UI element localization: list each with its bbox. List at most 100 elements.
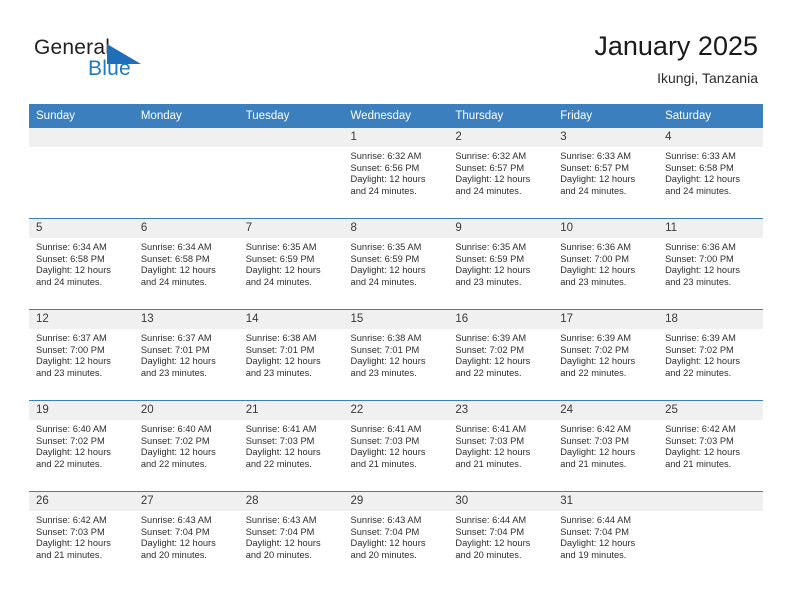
daylight-text-line1: Daylight: 12 hours [36, 265, 111, 276]
sunrise-text: Sunrise: 6:34 AM [140, 242, 212, 252]
daylight-text-line1: Daylight: 12 hours [245, 447, 321, 458]
calendar-day-cell[interactable]: 24 Sunrise: 6:42 AM Sunset: 7:03 PM Dayligh… [553, 400, 659, 492]
weekday-header-saturday: Saturday [658, 104, 763, 128]
calendar-week-row: 19 Sunrise: 6:40 AM Sunset: 7:02 PM Dayligh… [29, 400, 763, 492]
calendar-day-cell[interactable]: 15 Sunrise: 6:38 AM Sunset: 7:01 PM Dayligh… [343, 309, 449, 401]
calendar-day-cell[interactable]: 6 Sunrise: 6:34 AM Sunset: 6:58 PM Daylight… [133, 218, 239, 310]
sunrise-text: Sunrise: 6:43 AM [140, 515, 212, 525]
day-details: Sunrise: 6:36 AM Sunset: 7:00 PM Daylight:… [658, 238, 763, 288]
daylight-text-line1: Daylight: 12 hours [350, 174, 426, 185]
calendar-day-cell[interactable]: 23 Sunrise: 6:41 AM Sunset: 7:03 PM Dayligh… [448, 400, 554, 492]
daylight-text-line1: Daylight: 12 hours [350, 447, 426, 458]
calendar-day-cell[interactable]: 10 Sunrise: 6:36 AM Sunset: 7:00 PM Dayligh… [553, 218, 659, 310]
calendar-day-cell[interactable]: 16 Sunrise: 6:39 AM Sunset: 7:02 PM Dayligh… [448, 309, 554, 401]
daylight-text-line2: and 20 minutes. [455, 549, 522, 560]
sunset-text: Sunset: 6:57 PM [455, 162, 525, 173]
day-number: 22 [343, 401, 449, 420]
day-details: Sunrise: 6:42 AM Sunset: 7:03 PM Daylight:… [29, 511, 134, 561]
day-number: 13 [133, 310, 239, 329]
day-number: 20 [133, 401, 239, 420]
calendar-day-cell[interactable]: 29 Sunrise: 6:43 AM Sunset: 7:04 PM Dayligh… [343, 491, 449, 582]
calendar-day-cell[interactable]: 13 Sunrise: 6:37 AM Sunset: 7:01 PM Dayligh… [133, 309, 239, 401]
calendar-day-cell[interactable]: 30 Sunrise: 6:44 AM Sunset: 7:04 PM Dayligh… [448, 491, 554, 582]
calendar-grid: Sunday Monday Tuesday Wednesday Thursday… [29, 104, 763, 582]
calendar-day-cell[interactable]: 14 Sunrise: 6:38 AM Sunset: 7:01 PM Dayligh… [238, 309, 344, 401]
sunrise-text: Sunrise: 6:39 AM [665, 333, 736, 343]
calendar-day-cell[interactable]: 9 Sunrise: 6:35 AM Sunset: 6:59 PM Daylight… [448, 218, 554, 310]
calendar-day-cell[interactable]: 11 Sunrise: 6:36 AM Sunset: 7:00 PM Dayligh… [658, 218, 763, 310]
page-header: General Blue January 2025 Ikungi, Tanzan… [0, 0, 792, 100]
generalblue-logo[interactable]: General Blue [34, 36, 164, 82]
calendar-day-cell[interactable]: 31 Sunrise: 6:44 AM Sunset: 7:04 PM Dayligh… [553, 491, 659, 582]
calendar-day-cell[interactable]: 25 Sunrise: 6:42 AM Sunset: 7:03 PM Dayligh… [658, 400, 763, 492]
calendar-day-cell[interactable]: 2 Sunrise: 6:32 AM Sunset: 6:57 PM Daylight… [448, 128, 554, 219]
daylight-text-line2: and 21 minutes. [455, 458, 522, 469]
weekday-header-friday: Friday [553, 104, 659, 128]
sunset-text: Sunset: 6:59 PM [245, 253, 315, 264]
sunrise-text: Sunrise: 6:35 AM [455, 242, 527, 252]
sunset-text: Sunset: 7:02 PM [665, 344, 734, 355]
daylight-text-line1: Daylight: 12 hours [140, 265, 216, 276]
daylight-text-line2: and 22 minutes. [140, 458, 207, 469]
day-number: 30 [448, 492, 554, 511]
sunrise-text: Sunrise: 6:39 AM [455, 333, 527, 343]
calendar-day-cell[interactable]: 22 Sunrise: 6:41 AM Sunset: 7:03 PM Dayligh… [343, 400, 449, 492]
page-title: January 2025 [594, 31, 758, 61]
calendar-day-cell[interactable]: 7 Sunrise: 6:35 AM Sunset: 6:59 PM Daylight… [238, 218, 344, 310]
sunrise-text: Sunrise: 6:33 AM [665, 151, 736, 161]
sunrise-text: Sunrise: 6:36 AM [665, 242, 736, 252]
calendar-day-cell[interactable]: 20 Sunrise: 6:40 AM Sunset: 7:02 PM Dayligh… [133, 400, 239, 492]
day-number: 9 [448, 219, 554, 238]
calendar-day-cell[interactable]: 4 Sunrise: 6:33 AM Sunset: 6:58 PM Daylight… [658, 128, 763, 219]
daylight-text-line1: Daylight: 12 hours [560, 265, 636, 276]
day-details: Sunrise: 6:36 AM Sunset: 7:00 PM Daylight:… [553, 238, 658, 288]
calendar-day-cell[interactable]: 19 Sunrise: 6:40 AM Sunset: 7:02 PM Dayligh… [29, 400, 134, 492]
calendar-week-row: 12 Sunrise: 6:37 AM Sunset: 7:00 PM Dayligh… [29, 309, 763, 401]
day-number: 19 [29, 401, 134, 420]
day-number [29, 128, 134, 147]
daylight-text-line1: Daylight: 12 hours [245, 356, 321, 367]
sunset-text: Sunset: 6:58 PM [140, 253, 210, 264]
sunrise-text: Sunrise: 6:39 AM [560, 333, 632, 343]
daylight-text-line2: and 24 minutes. [455, 185, 522, 196]
sunrise-text: Sunrise: 6:38 AM [245, 333, 317, 343]
day-number: 24 [553, 401, 659, 420]
daylight-text-line2: and 23 minutes. [245, 367, 312, 378]
day-details: Sunrise: 6:44 AM Sunset: 7:04 PM Daylight:… [448, 511, 553, 561]
calendar-day-cell[interactable]: 27 Sunrise: 6:43 AM Sunset: 7:04 PM Dayligh… [133, 491, 239, 582]
sunset-text: Sunset: 6:56 PM [350, 162, 420, 173]
sunrise-text: Sunrise: 6:36 AM [560, 242, 632, 252]
calendar-day-cell[interactable]: 18 Sunrise: 6:39 AM Sunset: 7:02 PM Dayligh… [658, 309, 763, 401]
calendar-day-cell[interactable]: 26 Sunrise: 6:42 AM Sunset: 7:03 PM Dayligh… [29, 491, 134, 582]
calendar-day-cell-empty [658, 491, 763, 582]
calendar-day-cell[interactable]: 28 Sunrise: 6:43 AM Sunset: 7:04 PM Dayligh… [238, 491, 344, 582]
day-number: 23 [448, 401, 554, 420]
daylight-text-line2: and 24 minutes. [665, 185, 732, 196]
weekday-header-wednesday: Wednesday [343, 104, 449, 128]
daylight-text-line1: Daylight: 12 hours [350, 538, 426, 549]
day-number [133, 128, 239, 147]
calendar-day-cell[interactable]: 5 Sunrise: 6:34 AM Sunset: 6:58 PM Daylight… [29, 218, 134, 310]
daylight-text-line2: and 23 minutes. [560, 276, 627, 287]
day-number: 28 [238, 492, 344, 511]
daylight-text-line2: and 21 minutes. [36, 549, 103, 560]
calendar-day-cell[interactable]: 3 Sunrise: 6:33 AM Sunset: 6:57 PM Daylight… [553, 128, 659, 219]
day-details: Sunrise: 6:32 AM Sunset: 6:56 PM Daylight:… [344, 147, 449, 197]
sunrise-text: Sunrise: 6:34 AM [36, 242, 107, 252]
day-number [238, 128, 344, 147]
calendar-day-cell[interactable]: 17 Sunrise: 6:39 AM Sunset: 7:02 PM Dayligh… [553, 309, 659, 401]
calendar-day-cell[interactable]: 21 Sunrise: 6:41 AM Sunset: 7:03 PM Dayligh… [238, 400, 344, 492]
sunset-text: Sunset: 7:03 PM [665, 435, 734, 446]
calendar-day-cell[interactable]: 8 Sunrise: 6:35 AM Sunset: 6:59 PM Daylight… [343, 218, 449, 310]
calendar-day-cell[interactable]: 12 Sunrise: 6:37 AM Sunset: 7:00 PM Dayligh… [29, 309, 134, 401]
daylight-text-line2: and 21 minutes. [665, 458, 732, 469]
calendar-day-cell[interactable]: 1 Sunrise: 6:32 AM Sunset: 6:56 PM Daylight… [343, 128, 449, 219]
day-details: Sunrise: 6:38 AM Sunset: 7:01 PM Daylight:… [239, 329, 344, 379]
daylight-text-line1: Daylight: 12 hours [560, 356, 636, 367]
daylight-text-line2: and 22 minutes. [245, 458, 312, 469]
daylight-text-line2: and 22 minutes. [665, 367, 732, 378]
weekday-header-monday: Monday [133, 104, 239, 128]
day-details: Sunrise: 6:42 AM Sunset: 7:03 PM Daylight:… [553, 420, 658, 470]
sunset-text: Sunset: 6:59 PM [455, 253, 525, 264]
day-details: Sunrise: 6:35 AM Sunset: 6:59 PM Daylight:… [239, 238, 344, 288]
